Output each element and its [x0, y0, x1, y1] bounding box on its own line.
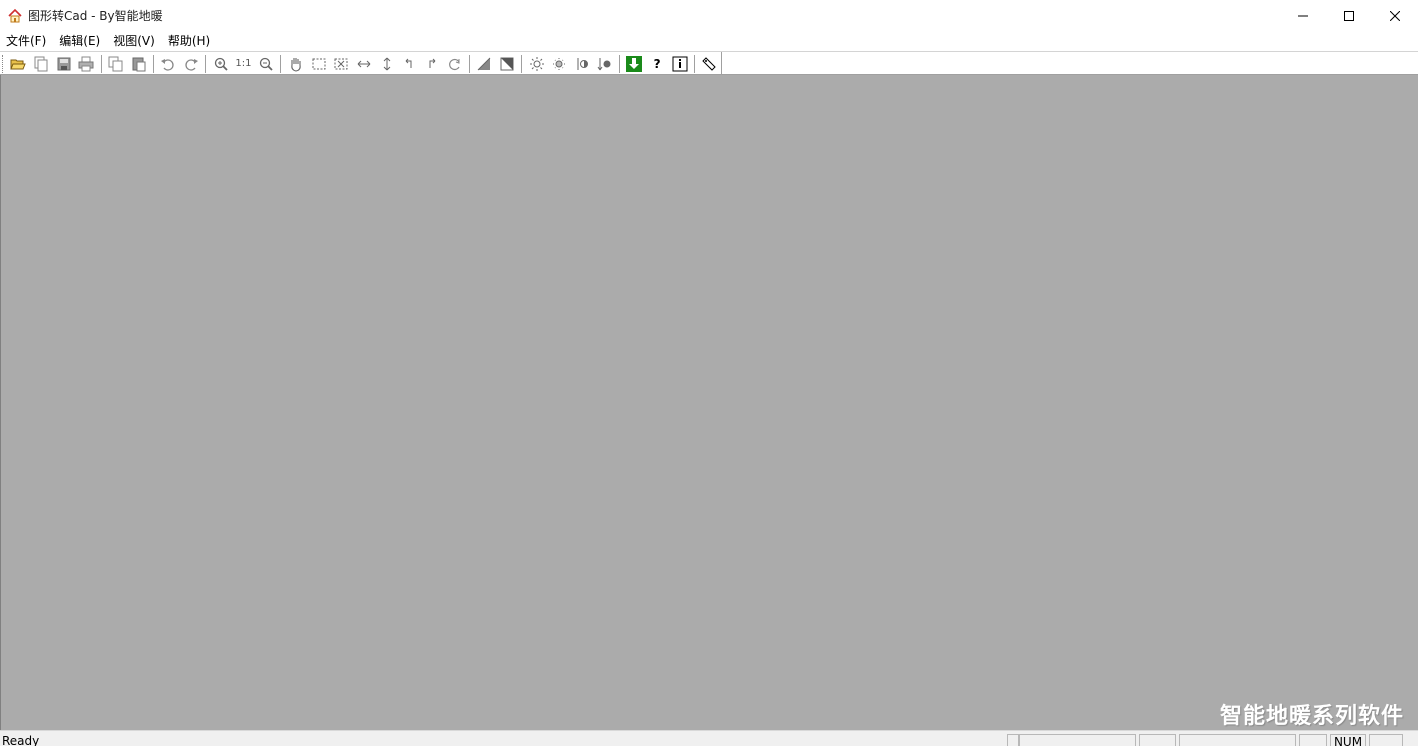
save-icon	[57, 57, 71, 70]
maximize-button[interactable]	[1326, 0, 1372, 31]
tag-icon	[702, 56, 717, 71]
zoom-in-button[interactable]	[209, 53, 232, 75]
delete-selection-icon	[334, 58, 348, 69]
toolbar-separator	[100, 54, 102, 73]
status-text: Ready	[2, 734, 40, 746]
select-rect-icon	[312, 58, 325, 69]
toolbar-strip: 1:1 ?	[0, 52, 722, 75]
toolbar-separator	[205, 54, 207, 73]
drawing-canvas[interactable]: 智能地暖系列软件	[0, 75, 1418, 730]
status-pane	[1179, 734, 1296, 746]
copy-button[interactable]	[105, 53, 128, 75]
rotate-right-icon	[429, 58, 436, 68]
help-button[interactable]: ?	[646, 53, 669, 75]
toolbar-separator	[153, 54, 155, 73]
status-pane	[1369, 734, 1403, 746]
invert-button[interactable]	[496, 53, 519, 75]
flip-horizontal-icon	[357, 60, 371, 67]
zoom-out-icon	[259, 57, 273, 71]
refresh-button[interactable]	[443, 53, 466, 75]
minimize-button[interactable]	[1280, 0, 1326, 31]
pan-hand-icon	[291, 57, 301, 72]
select-rect-button[interactable]	[307, 53, 330, 75]
close-button[interactable]	[1372, 0, 1418, 31]
window-controls	[1280, 0, 1418, 31]
delete-selection-button[interactable]	[330, 53, 353, 75]
redo-button[interactable]	[180, 53, 203, 75]
undo-icon	[161, 58, 175, 71]
menu-bar: 文件(F) 编辑(E) 视图(V) 帮助(H)	[0, 31, 1418, 51]
print-button[interactable]	[75, 53, 98, 75]
threshold-left-icon	[577, 57, 589, 70]
zoom-out-button[interactable]	[255, 53, 278, 75]
pan-button[interactable]	[284, 53, 307, 75]
status-pane	[1299, 734, 1327, 746]
save-button[interactable]	[52, 53, 75, 75]
undo-button[interactable]	[157, 53, 180, 75]
zoom-actual-button[interactable]: 1:1	[232, 53, 255, 75]
minimize-icon	[1298, 15, 1308, 16]
window-title: 图形转Cad - By智能地暖	[28, 9, 163, 23]
export-download-icon	[626, 55, 643, 72]
brightness-up-button[interactable]	[525, 53, 548, 75]
rotate-left-button[interactable]	[398, 53, 421, 75]
info-button[interactable]	[668, 53, 691, 75]
toolbar-grip[interactable]	[2, 54, 5, 73]
brightness-down-button[interactable]	[548, 53, 571, 75]
flip-horizontal-button[interactable]	[353, 53, 376, 75]
help-question-icon: ?	[653, 56, 661, 71]
invert-icon	[500, 57, 514, 70]
toolbar-separator	[280, 54, 282, 73]
status-pane	[1007, 734, 1019, 746]
watermark-text: 智能地暖系列软件	[1219, 704, 1404, 729]
toolbar: 1:1 ?	[0, 51, 1418, 75]
paste-icon	[132, 57, 146, 71]
new-button[interactable]	[30, 53, 53, 75]
toolbar-separator	[619, 54, 621, 73]
num-lock-indicator: NUM	[1330, 734, 1366, 746]
toolbar-separator	[521, 54, 523, 73]
flip-vertical-button[interactable]	[375, 53, 398, 75]
threshold-right-button[interactable]	[593, 53, 616, 75]
rotate-right-button[interactable]	[421, 53, 444, 75]
paste-button[interactable]	[127, 53, 150, 75]
home-icon[interactable]	[7, 8, 23, 24]
threshold-right-icon	[597, 57, 611, 70]
new-document-icon	[34, 56, 48, 71]
brightness-up-icon	[529, 56, 544, 71]
copy-icon	[108, 56, 123, 71]
export-button[interactable]	[623, 53, 646, 75]
redo-icon	[185, 58, 199, 71]
title-bar: 图形转Cad - By智能地暖	[0, 0, 1418, 31]
open-button[interactable]	[7, 53, 30, 75]
menu-view[interactable]: 视图(V)	[107, 31, 162, 51]
status-pane	[1019, 734, 1136, 746]
contrast-icon	[477, 57, 491, 70]
status-bar: Ready NUM	[0, 730, 1418, 746]
threshold-left-button[interactable]	[571, 53, 594, 75]
menu-file[interactable]: 文件(F)	[0, 31, 53, 51]
menu-help[interactable]: 帮助(H)	[162, 31, 217, 51]
toolbar-separator	[468, 54, 470, 73]
close-icon	[1390, 10, 1400, 21]
contrast-button[interactable]	[473, 53, 496, 75]
open-folder-icon	[10, 59, 27, 69]
zoom-in-icon	[214, 57, 228, 71]
status-pane	[1139, 734, 1176, 746]
flip-vertical-icon	[383, 57, 390, 70]
zoom-actual-icon: 1:1	[235, 58, 252, 69]
rotate-left-icon	[405, 58, 412, 68]
menu-edit[interactable]: 编辑(E)	[53, 31, 107, 51]
brightness-down-icon	[553, 57, 566, 70]
toolbar-separator	[694, 54, 696, 73]
refresh-icon	[448, 58, 460, 70]
info-icon	[672, 56, 688, 71]
print-icon	[78, 56, 94, 71]
tag-button[interactable]	[698, 53, 721, 75]
maximize-icon	[1344, 10, 1354, 21]
